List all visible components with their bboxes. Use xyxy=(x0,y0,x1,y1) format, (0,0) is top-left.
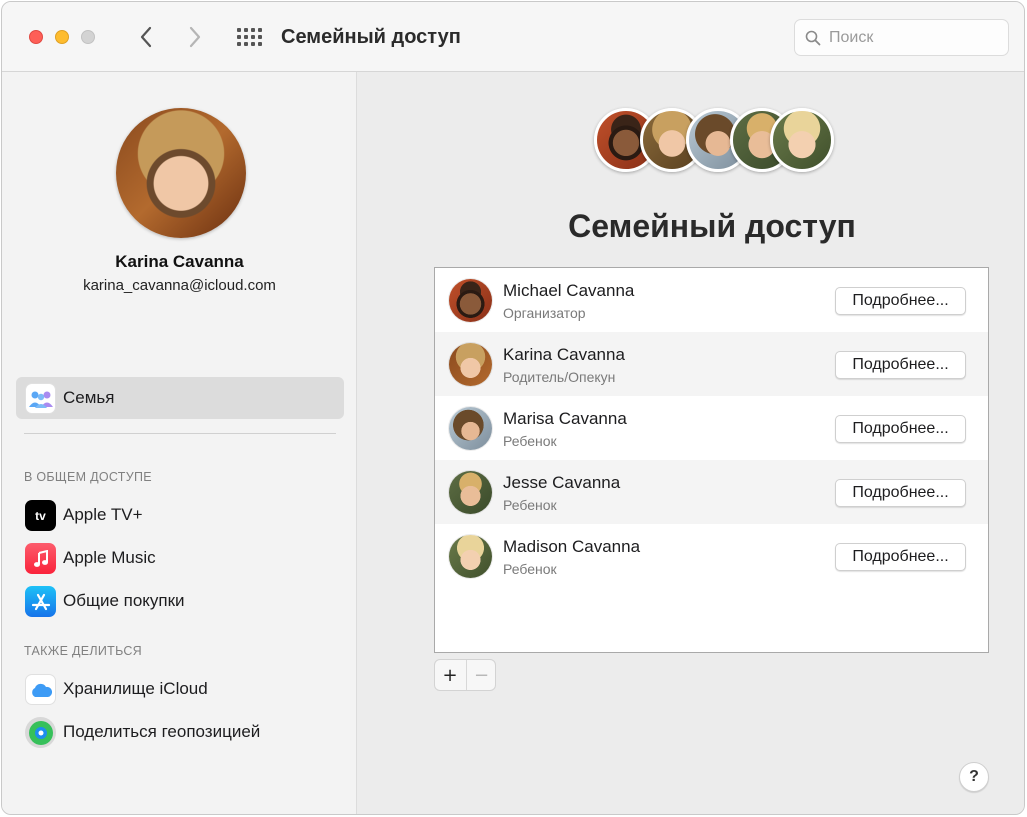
find-my-icon xyxy=(25,717,56,748)
details-button[interactable]: Подробнее... xyxy=(835,415,966,443)
sidebar-item-label: Общие покупки xyxy=(63,591,185,610)
sidebar-item-icloud-storage[interactable]: Хранилище iCloud xyxy=(16,668,344,710)
member-role: Ребенок xyxy=(503,497,557,513)
section-header-shared: В ОБЩЕМ ДОСТУПЕ xyxy=(24,470,152,484)
list-item[interactable]: Madison Cavanna Ребенок Подробнее... xyxy=(435,524,988,588)
main-panel: Семейный доступ Michael Cavanna Организа… xyxy=(358,72,1024,814)
list-item[interactable]: Karina Cavanna Родитель/Опекун Подробнее… xyxy=(435,332,988,396)
app-store-icon xyxy=(25,586,56,617)
member-name: Michael Cavanna xyxy=(503,281,635,300)
family-members-list: Michael Cavanna Организатор Подробнее...… xyxy=(434,267,989,653)
sidebar-item-label: Apple TV+ xyxy=(63,505,143,524)
search-input[interactable] xyxy=(829,27,999,49)
family-avatar-strip xyxy=(594,108,834,174)
member-role: Организатор xyxy=(503,305,586,321)
profile-avatar[interactable] xyxy=(116,108,246,238)
show-all-button[interactable] xyxy=(236,26,264,48)
avatar xyxy=(770,108,834,172)
sidebar-item-label: Apple Music xyxy=(63,548,156,567)
section-header-also: ТАКЖЕ ДЕЛИТЬСЯ xyxy=(24,644,142,658)
page-title: Семейный доступ xyxy=(568,208,856,244)
forward-button[interactable] xyxy=(184,24,206,50)
zoom-button[interactable] xyxy=(81,30,95,44)
profile-name: Karina Cavanna xyxy=(115,252,244,271)
avatar xyxy=(449,535,492,578)
list-item[interactable]: Jesse Cavanna Ребенок Подробнее... xyxy=(435,460,988,524)
member-name: Marisa Cavanna xyxy=(503,409,627,428)
icloud-icon xyxy=(25,674,56,705)
avatar xyxy=(449,407,492,450)
add-remove-control: + − xyxy=(434,659,496,691)
avatar xyxy=(449,279,492,322)
member-name: Jesse Cavanna xyxy=(503,473,621,492)
details-button[interactable]: Подробнее... xyxy=(835,543,966,571)
apple-tv-icon: tv xyxy=(25,500,56,531)
search-icon xyxy=(805,30,821,46)
details-button[interactable]: Подробнее... xyxy=(835,479,966,507)
sidebar-item-family[interactable]: Семья xyxy=(16,377,344,419)
sidebar-item-label: Семья xyxy=(63,388,115,407)
help-button[interactable]: ? xyxy=(959,762,989,792)
family-icon xyxy=(25,383,56,414)
system-preferences-window: Семейный доступ Karina Cavanna karina_ca… xyxy=(1,1,1025,815)
chevron-left-icon xyxy=(140,26,152,48)
member-role: Ребенок xyxy=(503,433,557,449)
close-button[interactable] xyxy=(29,30,43,44)
member-name: Karina Cavanna xyxy=(503,345,625,364)
search-field[interactable] xyxy=(794,19,1009,56)
avatar xyxy=(449,471,492,514)
details-button[interactable]: Подробнее... xyxy=(835,287,966,315)
profile-email: karina_cavanna@icloud.com xyxy=(83,277,276,294)
details-button[interactable]: Подробнее... xyxy=(835,351,966,379)
member-name: Madison Cavanna xyxy=(503,537,641,556)
toolbar: Семейный доступ xyxy=(2,2,1024,72)
add-member-button[interactable]: + xyxy=(435,660,465,690)
sidebar-item-apple-tv[interactable]: tv Apple TV+ xyxy=(16,494,344,536)
window-title: Семейный доступ xyxy=(281,26,461,48)
sidebar-item-label: Хранилище iCloud xyxy=(63,679,208,698)
sidebar-item-location-sharing[interactable]: Поделиться геопозицией xyxy=(16,711,344,753)
sidebar-divider xyxy=(24,433,336,434)
sidebar-item-apple-music[interactable]: Apple Music xyxy=(16,537,344,579)
sidebar-item-purchases[interactable]: Общие покупки xyxy=(16,580,344,622)
chevron-right-icon xyxy=(189,26,201,48)
member-role: Родитель/Опекун xyxy=(503,369,616,385)
minimize-button[interactable] xyxy=(55,30,69,44)
member-role: Ребенок xyxy=(503,561,557,577)
sidebar: Karina Cavanna karina_cavanna@icloud.com… xyxy=(2,72,357,814)
list-item[interactable]: Michael Cavanna Организатор Подробнее... xyxy=(435,268,988,332)
back-button[interactable] xyxy=(135,24,157,50)
avatar xyxy=(449,343,492,386)
grid-icon xyxy=(237,28,262,46)
list-item[interactable]: Marisa Cavanna Ребенок Подробнее... xyxy=(435,396,988,460)
music-note-icon xyxy=(25,543,56,574)
remove-member-button[interactable]: − xyxy=(466,660,496,690)
sidebar-item-label: Поделиться геопозицией xyxy=(63,722,261,741)
